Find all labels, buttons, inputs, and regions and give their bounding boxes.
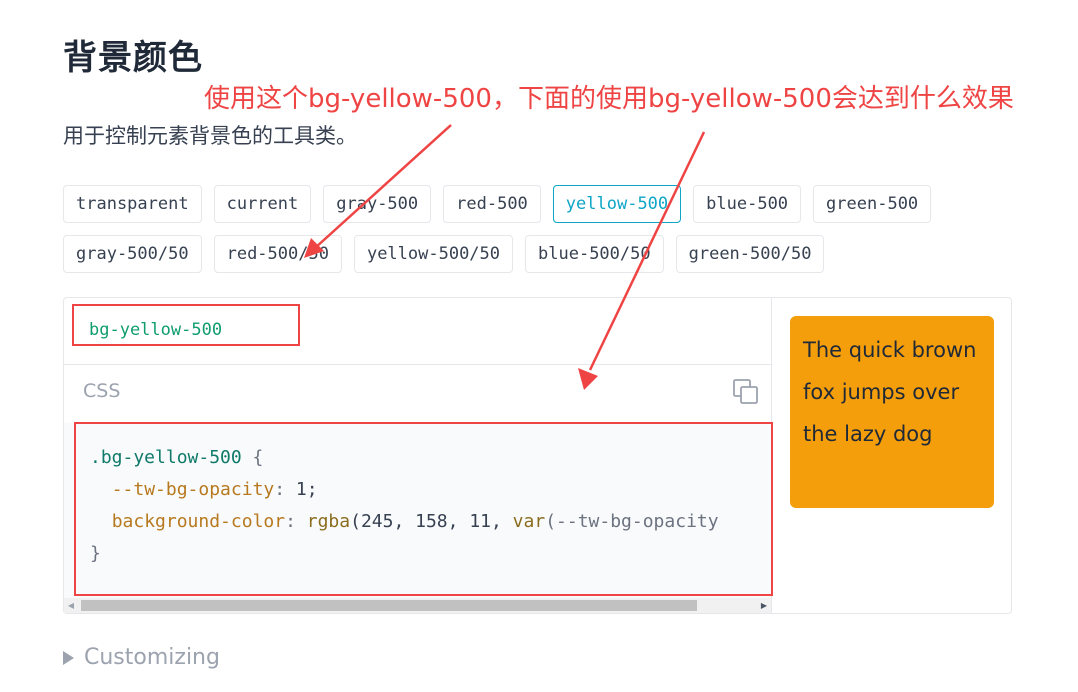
chip-red-500-50[interactable]: red-500/50 bbox=[213, 235, 342, 273]
chip-gray-500-50[interactable]: gray-500/50 bbox=[63, 235, 202, 273]
chip-green-500-50[interactable]: green-500/50 bbox=[675, 235, 825, 273]
preview-text: The quick brown fox jumps over the lazy … bbox=[803, 338, 977, 446]
chip-yellow-500-50[interactable]: yellow-500/50 bbox=[353, 235, 514, 273]
disclosure-triangle-icon bbox=[63, 650, 74, 665]
preview-card: The quick brown fox jumps over the lazy … bbox=[790, 316, 994, 508]
customizing-label: Customizing bbox=[84, 645, 220, 670]
scrollbar-thumb[interactable] bbox=[81, 600, 697, 611]
annotation-box-classname bbox=[72, 304, 300, 346]
page-title: 背景颜色 bbox=[63, 38, 203, 78]
annotation-text: 使用这个bg-yellow-500，下面的使用bg-yellow-500会达到什… bbox=[204, 84, 1014, 114]
chip-red-500[interactable]: red-500 bbox=[443, 185, 541, 223]
chip-current[interactable]: current bbox=[213, 185, 312, 223]
copy-icon[interactable] bbox=[732, 378, 760, 406]
scroll-right-arrow-icon[interactable]: ▶ bbox=[759, 601, 769, 611]
annotation-box-code bbox=[74, 422, 773, 596]
chip-blue-500[interactable]: blue-500 bbox=[693, 185, 802, 223]
color-chips-row-2: gray-500/50 red-500/50 yellow-500/50 blu… bbox=[63, 235, 825, 273]
chip-gray-500[interactable]: gray-500 bbox=[323, 185, 432, 223]
chip-transparent[interactable]: transparent bbox=[63, 185, 202, 223]
page-subtitle: 用于控制元素背景色的工具类。 bbox=[63, 124, 357, 148]
language-label: CSS bbox=[83, 380, 121, 402]
chip-blue-500-50[interactable]: blue-500/50 bbox=[525, 235, 664, 273]
customizing-toggle[interactable]: Customizing bbox=[63, 645, 220, 670]
color-chips-row-1: transparent current gray-500 red-500 yel… bbox=[63, 185, 932, 223]
chip-green-500[interactable]: green-500 bbox=[813, 185, 932, 223]
chip-yellow-500[interactable]: yellow-500 bbox=[552, 185, 682, 223]
horizontal-scrollbar[interactable]: ◀ ▶ bbox=[64, 598, 771, 613]
scroll-left-arrow-icon[interactable]: ◀ bbox=[66, 601, 76, 611]
